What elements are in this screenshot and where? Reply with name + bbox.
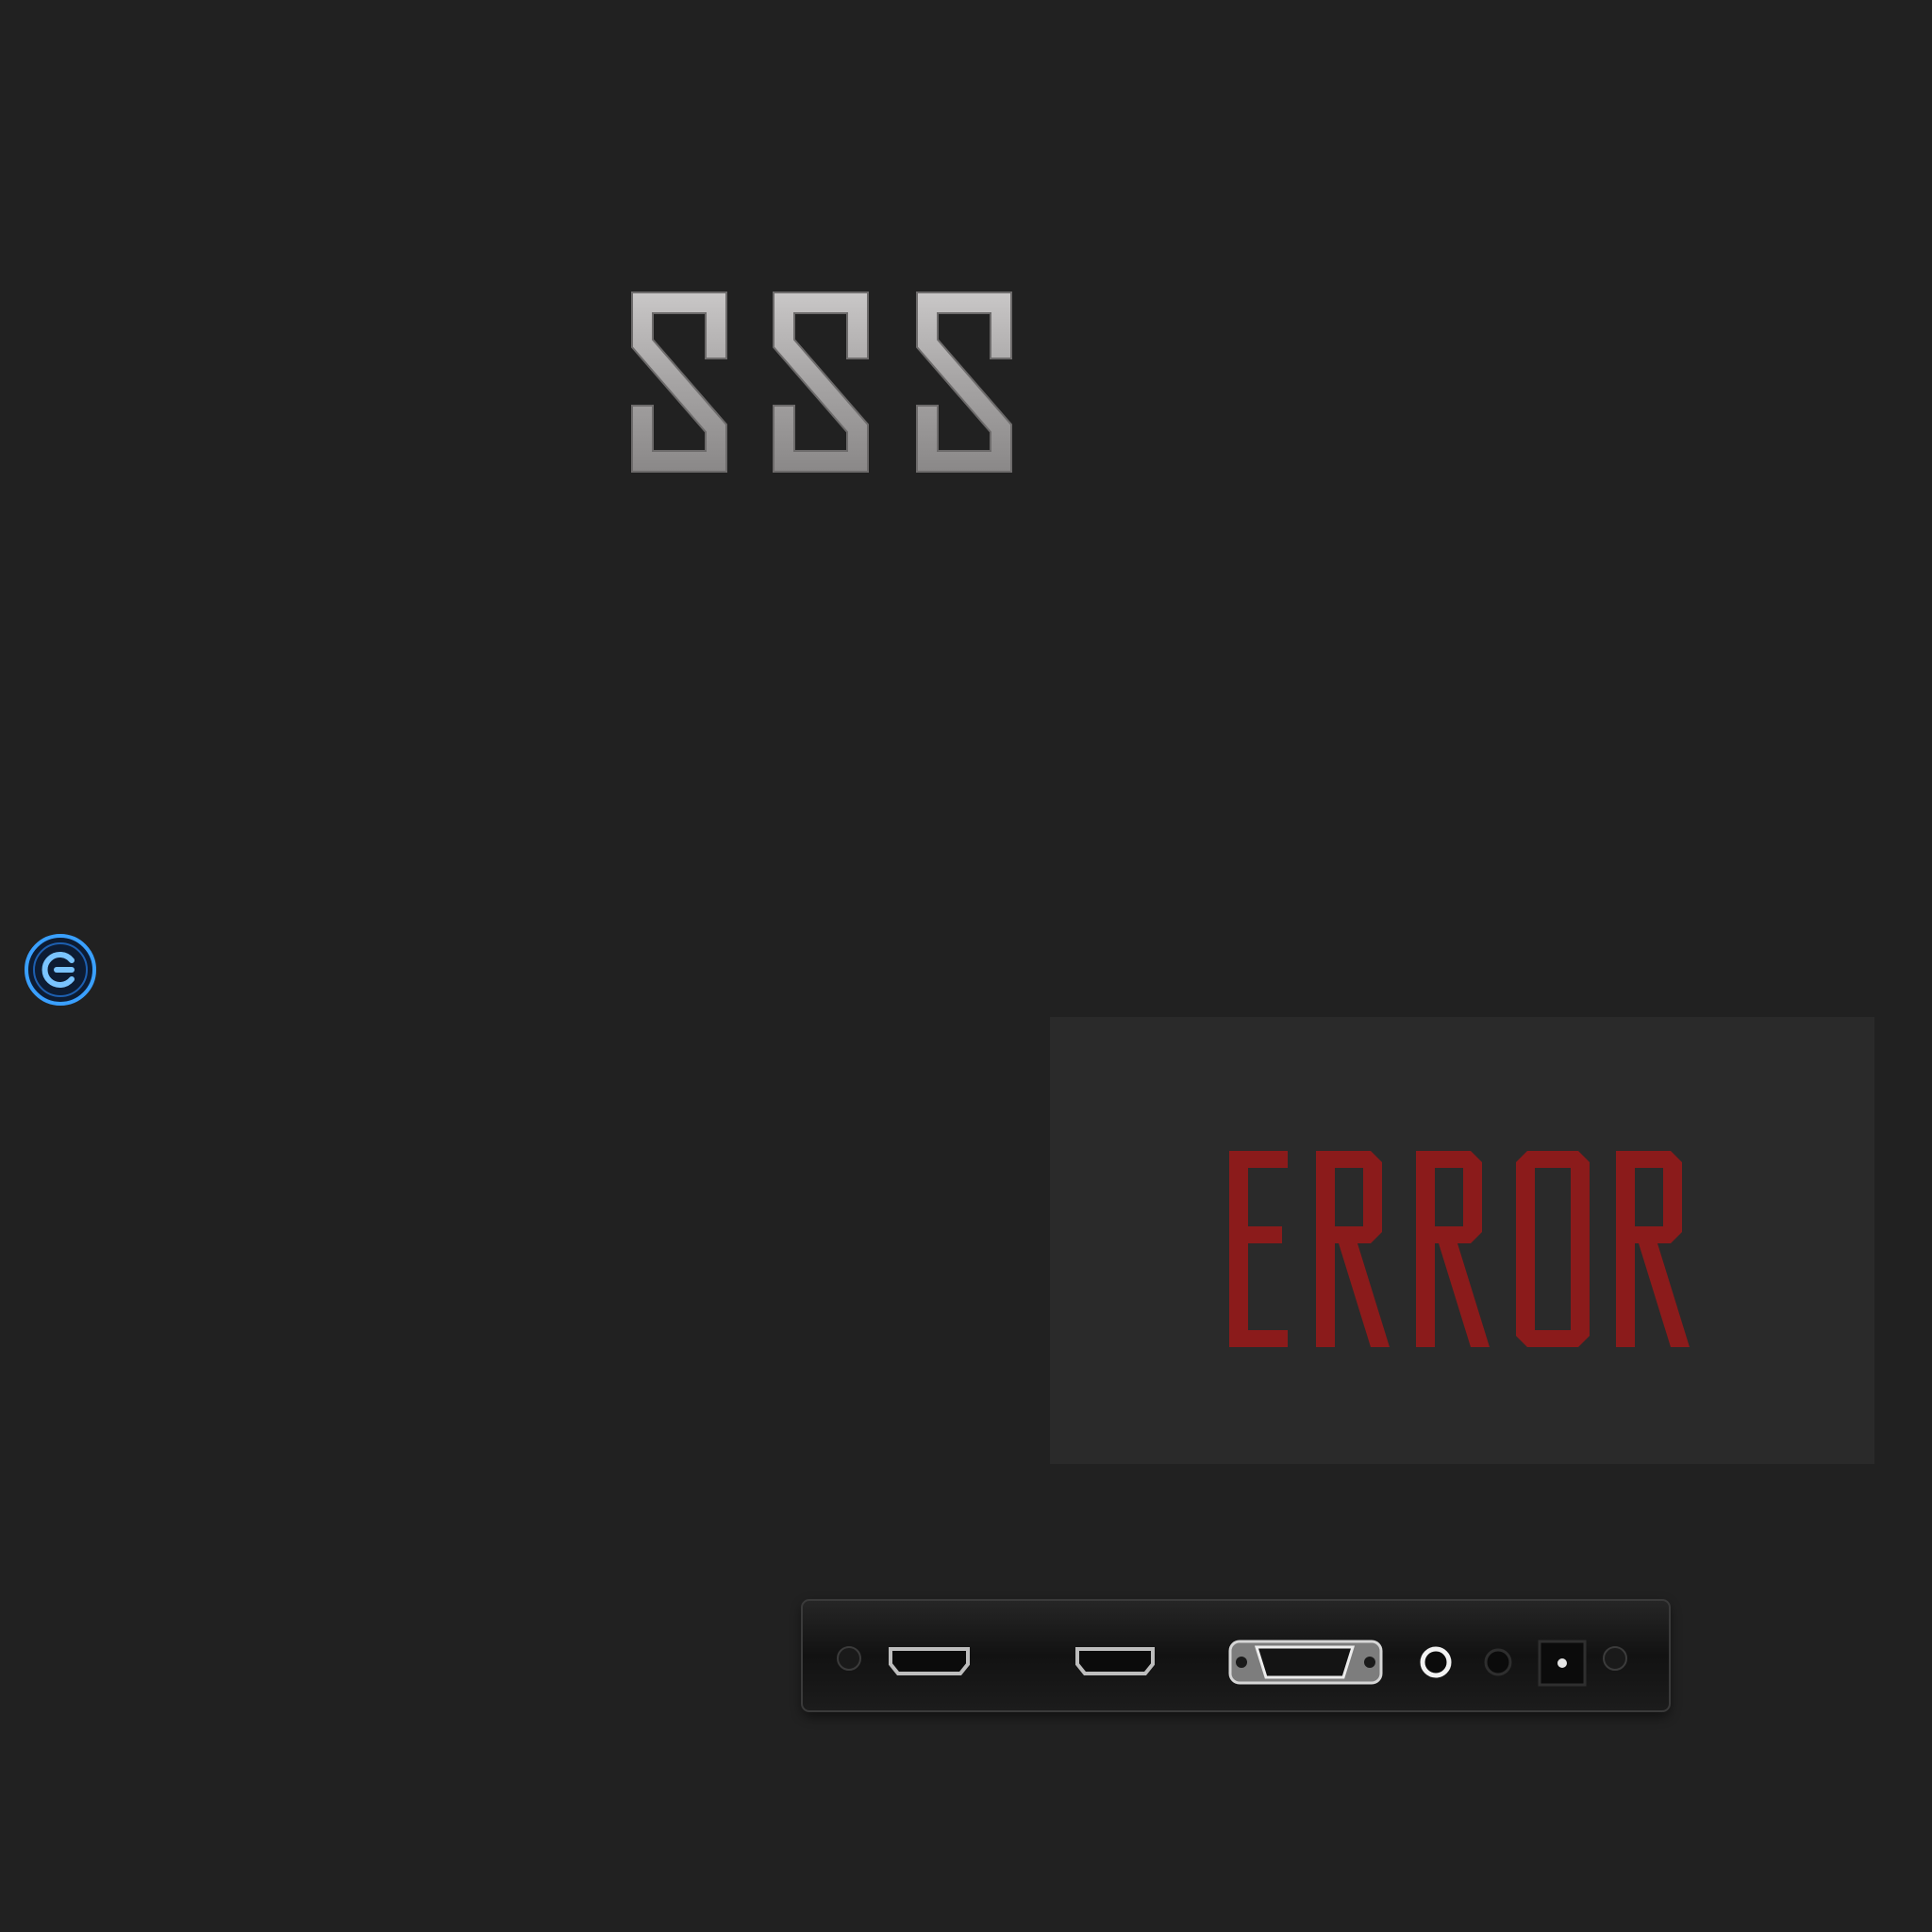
screen xyxy=(0,0,1932,1932)
power-g-icon xyxy=(25,934,96,1006)
error-text-graphic xyxy=(1229,1151,1690,1347)
io-port-panel-image xyxy=(774,1547,1698,1736)
power-g-button[interactable] xyxy=(23,932,98,1008)
error-panel xyxy=(1050,1017,1874,1464)
sss-logo xyxy=(623,283,1057,500)
